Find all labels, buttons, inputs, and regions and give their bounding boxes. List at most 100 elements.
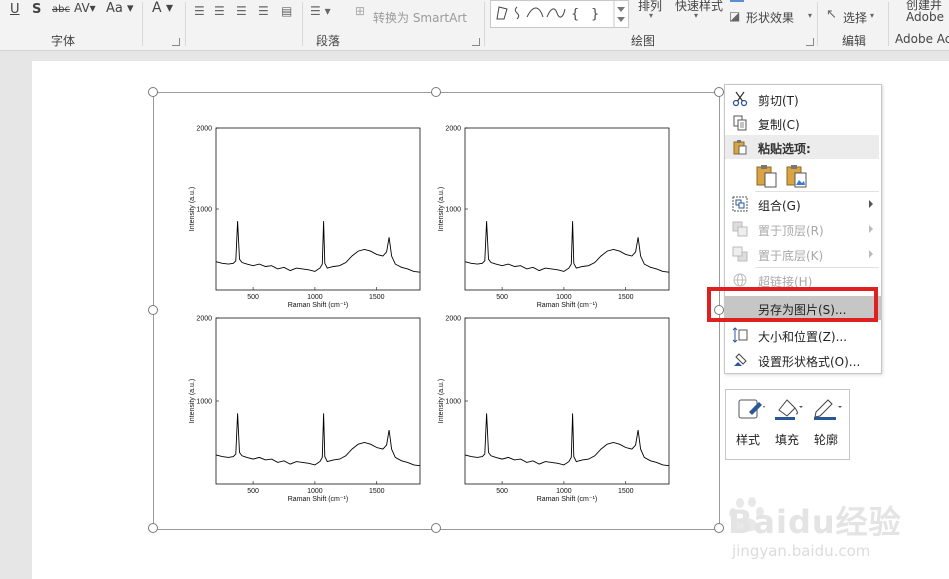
underline-icon[interactable]: U <box>10 2 20 17</box>
plot-frame <box>464 127 670 291</box>
selected-picture[interactable]: 1000 2000 500 1000 1500 Raman Shift (cm⁻¹) Int… <box>153 92 720 530</box>
y-tick-label: 1000 <box>445 399 461 406</box>
spectrum-line <box>215 221 421 273</box>
fill-button[interactable]: 填充 <box>768 390 806 459</box>
y-tick-label: 1000 <box>196 399 212 406</box>
x-tick-label: 500 <box>247 488 259 495</box>
spectrum-line <box>464 221 670 273</box>
plot-frame <box>215 127 421 291</box>
resize-handle-top-left[interactable] <box>148 87 158 97</box>
menu-item-copy[interactable]: 复制(C) <box>725 111 881 135</box>
paste-icon <box>756 165 777 188</box>
text-direction-icon[interactable]: ☰ ▾ <box>310 4 331 18</box>
y-tick-label: 1000 <box>445 207 461 214</box>
menu-label-copy: 复制(C) <box>758 118 800 132</box>
x-tick-label: 500 <box>496 488 508 495</box>
resize-handle-bottom[interactable] <box>431 523 441 533</box>
menu-item-format-shape[interactable]: 设置形状格式(O)... <box>725 348 881 372</box>
menu-item-size-position[interactable]: 大小和位置(Z)... <box>725 323 881 347</box>
menu-item-bring-to-front: 置于顶层(R) <box>725 217 881 241</box>
baidu-watermark: Baidu经验 jingyan.baidu.com <box>728 495 923 565</box>
shapes-gallery[interactable]: { } <box>490 0 629 28</box>
convert-smartart: 转换为 SmartArt <box>373 11 467 25</box>
align-left-icon[interactable]: ☰ <box>194 4 205 18</box>
menu-item-group[interactable]: 组合(G) <box>725 192 881 216</box>
char-spacing-icon[interactable]: AV▾ <box>74 1 96 15</box>
chevron-down-icon: ▾ <box>649 11 654 20</box>
x-axis-label: Raman Shift (cm⁻¹) <box>537 496 597 503</box>
y-axis-label: Intensity (a.u.) <box>189 187 196 231</box>
align-center-icon[interactable]: ☰ <box>214 4 225 18</box>
menu-label-bring-to-front: 置于顶层(R) <box>758 224 824 238</box>
y-tick-label: 2000 <box>196 126 212 133</box>
paste-options-header: 粘贴选项: <box>725 135 879 159</box>
style-icon <box>738 399 765 419</box>
highlight-box <box>707 287 878 322</box>
drawing-dialog-launcher[interactable] <box>806 38 814 46</box>
raman-charts-figure: 1000 2000 500 1000 1500 Raman Shift (cm⁻¹) Int… <box>189 126 670 503</box>
x-tick-label: 1500 <box>618 488 634 495</box>
y-axis-label: Intensity (a.u.) <box>438 187 445 231</box>
mini-toolbar: 样式 填充 轮廓 <box>725 389 850 460</box>
ribbon: U S abc AV▾ Aa ▾ A ▾ 字体 ☰ ☰ ☰ ☰ ▤ ☰ ▾ ⊞ … <box>0 0 949 51</box>
x-tick-label: 1000 <box>307 488 323 495</box>
edit-group-label: 编辑 <box>842 34 867 48</box>
resize-handle-top[interactable] <box>431 87 441 97</box>
font-group-label: 字体 <box>51 34 76 48</box>
quick-styles-button[interactable]: 快速样式 <box>675 0 723 14</box>
select-cursor-icon: ↖ <box>826 7 837 22</box>
menu-label-format-shape: 设置形状格式(O)... <box>758 355 861 369</box>
shapes-icon: { } <box>496 1 625 27</box>
x-tick-label: 1500 <box>369 488 385 495</box>
align-right-icon[interactable]: ☰ <box>236 4 247 18</box>
send-to-back-icon <box>732 246 748 262</box>
y-axis-label: Intensity (a.u.) <box>189 379 196 423</box>
justify-icon[interactable]: ☰ <box>258 4 269 18</box>
size-position-icon <box>732 327 748 343</box>
menu-label-cut: 剪切(T) <box>758 94 799 108</box>
menu-label-size-position: 大小和位置(Z)... <box>758 330 848 344</box>
font-dialog-launcher[interactable] <box>172 38 180 46</box>
globe-link-icon <box>733 273 747 287</box>
y-tick-label: 1000 <box>196 207 212 214</box>
x-tick-label: 1000 <box>307 294 323 301</box>
adobe-top-label: Adobe <box>906 10 944 24</box>
menu-item-cut[interactable]: 剪切(T) <box>725 87 881 111</box>
x-tick-label: 1000 <box>556 488 572 495</box>
strikethrough-s-icon[interactable]: S <box>32 2 41 17</box>
paste-as-picture-button[interactable] <box>785 163 809 189</box>
y-tick-label: 2000 <box>445 316 461 323</box>
paste-options-label: 粘贴选项: <box>758 142 811 156</box>
y-tick-label: 2000 <box>196 316 212 323</box>
style-button[interactable]: 样式 <box>729 390 767 459</box>
paste-keep-format-button[interactable] <box>755 163 779 189</box>
outline-label: 轮廓 <box>813 433 838 447</box>
y-tick-label: 2000 <box>445 126 461 133</box>
resize-handle-left[interactable] <box>148 305 158 315</box>
submenu-arrow-icon <box>869 225 873 233</box>
x-tick-label: 500 <box>496 294 508 301</box>
strikethrough-icon[interactable]: abc <box>52 4 70 15</box>
clipboard-icon <box>733 140 747 155</box>
resize-handle-bottom-left[interactable] <box>148 523 158 533</box>
format-shape-icon <box>734 353 747 366</box>
shape-effects-icon: ◪ <box>729 9 741 23</box>
shape-fill-icon[interactable] <box>730 0 744 2</box>
submenu-arrow-icon <box>869 250 873 258</box>
x-axis-label: Raman Shift (cm⁻¹) <box>288 496 348 503</box>
font-color-icon[interactable]: A ▾ <box>152 0 173 16</box>
resize-handle-top-right[interactable] <box>714 87 724 97</box>
x-tick-label: 1500 <box>369 294 385 301</box>
paragraph-group-label: 段落 <box>316 34 341 48</box>
watermark-url: jingyan.baidu.com <box>732 542 871 560</box>
paragraph-dialog-launcher[interactable] <box>472 38 480 46</box>
select-button[interactable]: 选择 <box>843 9 867 26</box>
change-case-icon[interactable]: Aa ▾ <box>106 1 134 16</box>
spectrum-line <box>464 413 670 467</box>
smartart-icon: ⊞ <box>355 4 366 18</box>
resize-handle-bottom-right[interactable] <box>714 523 724 533</box>
outline-button[interactable]: 轮廓 <box>807 390 845 459</box>
shape-effects-button[interactable]: 形状效果 <box>746 9 794 26</box>
group-icon <box>732 196 748 212</box>
columns-icon[interactable]: ▤ <box>281 4 292 18</box>
